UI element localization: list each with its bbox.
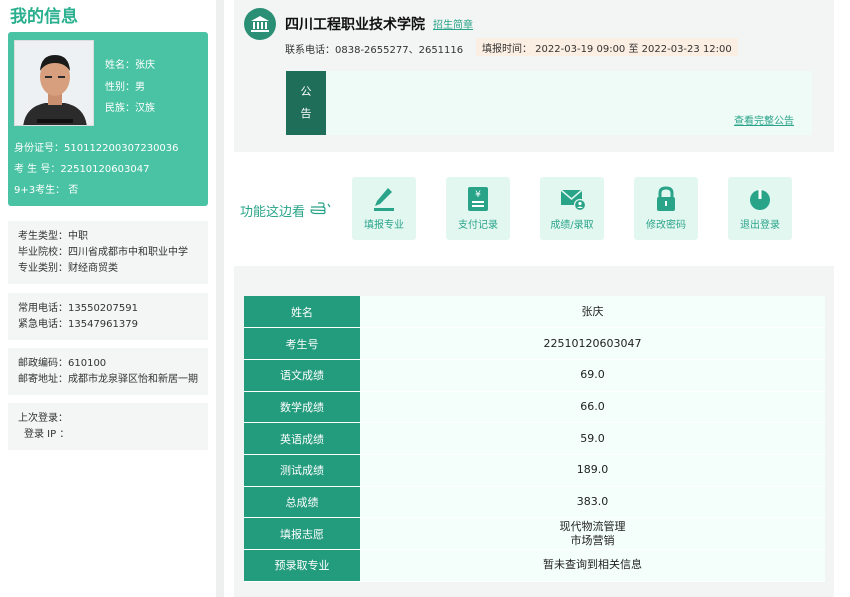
left-sidebar: 我的信息 姓名：张庆 性别：男 民族：汉族 身份证号：5101122003072… — [0, 0, 216, 597]
table-row: 总成绩 383.0 — [244, 486, 825, 519]
main-content: 四川工程职业技术学院 招生简章 联系电话：0838-2655277、265111… — [224, 0, 850, 597]
change-password-button[interactable]: 修改密码 — [634, 177, 698, 240]
profile-id-card: 身份证号：510112200307230036 — [14, 143, 179, 154]
school-phone: 联系电话：0838-2655277、2651116 — [285, 45, 464, 56]
receipt-icon: ¥ — [466, 186, 490, 212]
row-value: 383.0 — [360, 486, 825, 519]
contact-box: 常用电话：13550207591 紧急电话：13547961379 — [8, 293, 208, 340]
score-admission-label: 成绩/录取 — [550, 220, 594, 231]
table-row: 填报志愿 现代物流管理 市场营销 — [244, 517, 825, 550]
row-value: 59.0 — [360, 422, 825, 455]
profile-nine-plus-three: 9+3考生： 否 — [14, 185, 79, 196]
row-key: 总成绩 — [244, 486, 360, 519]
student-type: 考生类型：中职 — [18, 231, 88, 242]
functions-title: 功能这边看 — [240, 200, 331, 220]
row-value: 22510120603047 — [360, 327, 825, 360]
row-key: 姓名 — [244, 296, 360, 329]
table-row: 英语成绩 59.0 — [244, 422, 825, 455]
school-icon — [244, 8, 276, 40]
profile-card: 姓名：张庆 性别：男 民族：汉族 身份证号：510112200307230036… — [8, 32, 208, 206]
table-row: 考生号 22510120603047 — [244, 327, 825, 360]
pencil-icon — [372, 186, 396, 212]
profile-name: 姓名：张庆 — [105, 60, 155, 71]
profile-gender: 性别：男 — [105, 82, 145, 93]
score-admission-button[interactable]: 成绩/录取 — [540, 177, 604, 240]
view-full-notice-link[interactable]: 查看完整公告 — [734, 112, 794, 127]
fill-time: 填报时间： 2022-03-19 09:00 至 2022-03-23 12:0… — [476, 38, 738, 56]
row-key: 考生号 — [244, 327, 360, 360]
table-row: 语文成绩 69.0 — [244, 359, 825, 392]
score-table: 姓名 张庆 考生号 22510120603047 语文成绩 69.0 数学成绩 … — [244, 296, 825, 582]
major-category: 专业类别：财经商贸类 — [18, 263, 118, 274]
fill-major-button[interactable]: 填报专业 — [352, 177, 416, 240]
table-row: 姓名 张庆 — [244, 296, 825, 329]
notice-box: 公 告 查看完整公告 — [286, 71, 812, 135]
postcode: 邮政编码：610100 — [18, 358, 107, 369]
row-value: 现代物流管理 市场营销 — [360, 517, 825, 550]
brochure-link[interactable]: 招生简章 — [433, 16, 473, 31]
change-password-label: 修改密码 — [646, 220, 686, 231]
login-box: 上次登录： 登录 IP ： — [8, 403, 208, 450]
school-panel: 四川工程职业技术学院 招生简章 联系电话：0838-2655277、265111… — [234, 0, 834, 152]
my-info-title: 我的信息 — [10, 7, 78, 27]
education-box: 考生类型：中职 毕业院校：四川省成都市中和职业中学 专业类别：财经商贸类 — [8, 221, 208, 284]
fill-major-label: 填报专业 — [364, 220, 404, 231]
column-divider — [216, 0, 224, 597]
logout-button[interactable]: 退出登录 — [728, 177, 792, 240]
login-ip: 登录 IP ： — [24, 429, 70, 440]
row-value: 暂未查询到相关信息 — [360, 549, 825, 582]
payment-record-button[interactable]: ¥ 支付记录 — [446, 177, 510, 240]
mailing-address: 邮寄地址：成都市龙泉驿区怡和新居一期 — [18, 374, 198, 385]
row-key: 测试成绩 — [244, 454, 360, 487]
school-name: 四川工程职业技术学院 — [285, 17, 425, 33]
table-row: 预录取专业 暂未查询到相关信息 — [244, 549, 825, 582]
score-panel: 姓名 张庆 考生号 22510120603047 语文成绩 69.0 数学成绩 … — [234, 266, 834, 597]
table-row: 测试成绩 189.0 — [244, 454, 825, 487]
last-login: 上次登录： — [18, 413, 68, 424]
power-icon — [748, 186, 772, 212]
row-key: 语文成绩 — [244, 359, 360, 392]
address-box: 邮政编码：610100 邮寄地址：成都市龙泉驿区怡和新居一期 — [8, 348, 208, 395]
emergency-phone: 紧急电话：13547961379 — [18, 319, 138, 330]
common-phone: 常用电话：13550207591 — [18, 303, 138, 314]
profile-exam-no: 考 生 号：22510120603047 — [14, 164, 150, 175]
notice-label: 公 告 — [286, 71, 326, 135]
row-key: 预录取专业 — [244, 549, 360, 582]
row-key: 英语成绩 — [244, 422, 360, 455]
row-value: 69.0 — [360, 359, 825, 392]
payment-record-label: 支付记录 — [458, 220, 498, 231]
hand-pointer-icon — [309, 200, 331, 220]
graduated-school: 毕业院校：四川省成都市中和职业中学 — [18, 247, 188, 258]
row-value: 189.0 — [360, 454, 825, 487]
choice-2: 市场营销 — [570, 533, 615, 547]
table-row: 数学成绩 66.0 — [244, 391, 825, 424]
mail-user-icon — [560, 186, 587, 212]
logout-label: 退出登录 — [740, 220, 780, 231]
row-key: 填报志愿 — [244, 517, 360, 550]
row-value: 张庆 — [360, 296, 825, 329]
row-value: 66.0 — [360, 391, 825, 424]
svg-text:¥: ¥ — [475, 190, 481, 200]
profile-ethnicity: 民族：汉族 — [105, 103, 155, 114]
choice-1: 现代物流管理 — [559, 519, 626, 533]
lock-icon — [654, 186, 678, 212]
avatar — [14, 40, 94, 126]
row-key: 数学成绩 — [244, 391, 360, 424]
